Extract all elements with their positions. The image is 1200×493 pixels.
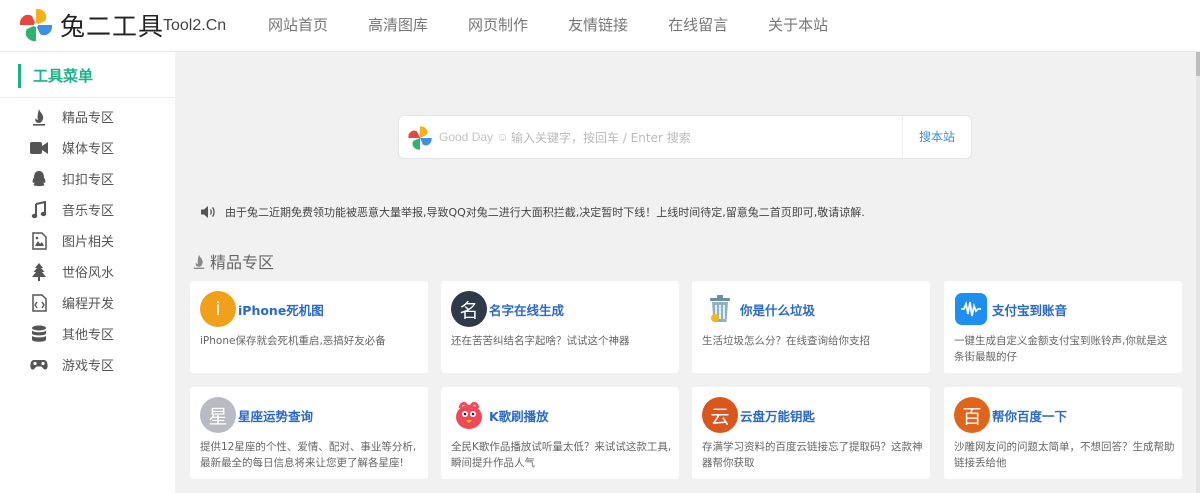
fire-icon (30, 108, 48, 126)
card-title: 帮你百度一下 (992, 409, 1068, 424)
scrollbar-thumb[interactable] (1196, 52, 1200, 76)
sidebar-item-label: 世俗风水 (62, 266, 115, 281)
info-badge-icon: i (200, 291, 236, 327)
sidebar-title: 工具菜单 (18, 64, 93, 88)
code-file-icon (30, 293, 48, 312)
sidebar-item-other[interactable]: 其他专区 (0, 318, 175, 349)
search-greeting: Good Day ☺ (439, 130, 509, 144)
card-description: iPhone保存就会死机重启,恶搞好友必备 (200, 335, 386, 347)
nav-home[interactable]: 网站首页 (248, 0, 348, 52)
sidebar-item-programming[interactable]: 编程开发 (0, 287, 175, 318)
sidebar-item-label: 其他专区 (62, 328, 115, 343)
nav-gallery[interactable]: 高清图库 (348, 0, 448, 52)
tool-card-karaoke-plays[interactable]: K歌刷播放 全民K歌作品播放试听量太低？来试试这款工具,瞬间提升作品人气 (441, 387, 679, 479)
star-char-icon: 星 (200, 397, 236, 433)
tool-card-name-generator[interactable]: 名 名字在线生成 还在苦苦纠结名字起啥？试试这个神器 (441, 281, 679, 373)
card-description: 一键生成自定义金额支付宝到账铃声,你就是这条街最靓的仔 (954, 335, 1168, 363)
qq-penguin-icon (30, 170, 48, 188)
speaker-icon (201, 206, 215, 218)
name-char-icon: 名 (451, 291, 487, 327)
top-header: 兔二工具 Tool2.Cn 网站首页 高清图库 网页制作 友情链接 在线留言 关… (0, 0, 1200, 52)
card-description: 生活垃圾怎么分？在线查询给你支招 (702, 335, 870, 347)
sidebar-item-games[interactable]: 游戏专区 (0, 349, 175, 380)
sidebar-item-label: 编程开发 (62, 297, 115, 312)
announcement: 由于兔二近期免费领功能被恶意大量举报,导致QQ对兔二进行大面积拦截,决定暂时下线… (200, 203, 865, 221)
search-button[interactable]: 搜本站 (903, 116, 971, 158)
sidebar-item-label: 音乐专区 (62, 204, 115, 219)
sidebar-item-label: 扣扣专区 (62, 173, 115, 188)
sidebar-item-music[interactable]: 音乐专区 (0, 194, 175, 225)
pinwheel-logo-icon (408, 126, 432, 150)
card-description: 全民K歌作品播放试听量太低？来试试这款工具,瞬间提升作品人气 (451, 441, 672, 469)
tool-card-cloud-key[interactable]: 云 云盘万能钥匙 存满学习资料的百度云链接忘了提取码？这款神器帮你获取 (692, 387, 930, 479)
tree-icon (30, 262, 48, 281)
brand-domain[interactable]: Tool2.Cn (163, 17, 226, 35)
card-description: 还在苦苦纠结名字起啥？试试这个神器 (451, 335, 630, 347)
sidebar-item-fengshui[interactable]: 世俗风水 (0, 256, 175, 287)
card-title: 名字在线生成 (489, 303, 565, 318)
nav-web-design[interactable]: 网页制作 (448, 0, 548, 52)
sidebar-item-featured[interactable]: 精品专区 (0, 101, 175, 132)
search-input[interactable] (511, 127, 891, 149)
database-icon (30, 325, 48, 343)
card-title: iPhone死机图 (238, 303, 324, 318)
card-title: 星座运势查询 (238, 409, 314, 424)
card-description: 提供12星座的个性、爱情、配对、事业等分析,最新最全的每日信息将来让您更了解各星… (200, 441, 417, 469)
baidu-char-icon: 百 (954, 397, 990, 433)
card-description: 存满学习资料的百度云链接忘了提取码？这款神器帮你获取 (702, 441, 923, 469)
brand-name[interactable]: 兔二工具 (60, 7, 164, 43)
image-file-icon (30, 231, 48, 250)
main-nav: 网站首页 高清图库 网页制作 友情链接 在线留言 关于本站 (248, 0, 848, 52)
sidebar-item-label: 游戏专区 (62, 359, 115, 374)
sidebar: 工具菜单 精品专区 媒体专区 扣扣专区 音乐专区 图片相关 世俗风水 编程开发 … (0, 52, 175, 493)
card-description: 沙雕网友问的问题太简单，不想回答？生成帮助链接丢给他 (954, 441, 1175, 469)
sidebar-divider (0, 97, 175, 98)
alipay-sound-icon (955, 293, 987, 325)
tool-card-iphone-crash[interactable]: i iPhone死机图 iPhone保存就会死机重启,恶搞好友必备 (190, 281, 428, 373)
nav-guestbook[interactable]: 在线留言 (648, 0, 748, 52)
karaoke-bird-icon (451, 397, 487, 433)
sidebar-item-images[interactable]: 图片相关 (0, 225, 175, 256)
sidebar-item-label: 媒体专区 (62, 142, 115, 157)
search-bar: Good Day ☺ 搜本站 (398, 115, 972, 159)
tool-card-alipay-sound[interactable]: 支付宝到账音 一键生成自定义金额支付宝到账铃声,你就是这条街最靓的仔 (944, 281, 1182, 373)
sidebar-item-qq[interactable]: 扣扣专区 (0, 163, 175, 194)
nav-about[interactable]: 关于本站 (748, 0, 848, 52)
announcement-text: 由于兔二近期免费领功能被恶意大量举报,导致QQ对兔二进行大面积拦截,决定暂时下线… (225, 206, 865, 219)
cloud-char-icon: 云 (702, 397, 738, 433)
trash-bin-icon (702, 291, 738, 327)
sidebar-item-label: 图片相关 (62, 235, 115, 250)
gamepad-icon (30, 356, 48, 374)
sidebar-item-label: 精品专区 (62, 111, 115, 126)
sidebar-item-media[interactable]: 媒体专区 (0, 132, 175, 163)
card-title: 云盘万能钥匙 (740, 409, 816, 424)
music-note-icon (30, 200, 48, 219)
card-title: K歌刷播放 (489, 409, 549, 424)
tool-card-horoscope[interactable]: 星 星座运势查询 提供12星座的个性、爱情、配对、事业等分析,最新最全的每日信息… (190, 387, 428, 479)
section-title: 精品专区 (210, 253, 275, 272)
section-header: 精品专区 (192, 249, 274, 273)
tool-card-let-me-baidu[interactable]: 百 帮你百度一下 沙雕网友问的问题太简单，不想回答？生成帮助链接丢给他 (944, 387, 1182, 479)
page-scrollbar[interactable] (1196, 52, 1200, 493)
card-title: 你是什么垃圾 (740, 303, 816, 318)
fire-icon (193, 254, 205, 269)
video-camera-icon (30, 139, 48, 157)
card-title: 支付宝到账音 (992, 303, 1068, 318)
tool-card-garbage-sort[interactable]: 你是什么垃圾 生活垃圾怎么分？在线查询给你支招 (692, 281, 930, 373)
nav-friend-links[interactable]: 友情链接 (548, 0, 648, 52)
pinwheel-logo-icon[interactable] (18, 7, 54, 43)
